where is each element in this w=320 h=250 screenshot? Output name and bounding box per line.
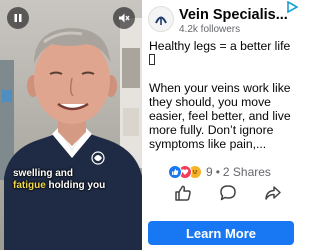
share-icon[interactable]	[264, 184, 282, 202]
comment-icon[interactable]	[219, 184, 237, 202]
page-name[interactable]: Vein Specialis...	[179, 7, 291, 23]
ad-video[interactable]: swelling and fatigue holding you	[0, 0, 142, 250]
post-headline: Healthy legs = a better life	[149, 39, 291, 53]
missing-glyph-icon	[149, 54, 155, 65]
action-bar	[166, 184, 296, 202]
page-header[interactable]: Vein Specialis... 4.2k followers	[148, 5, 298, 35]
muted-speaker-icon[interactable]	[113, 7, 135, 29]
post-line-1: Healthy legs = a better life	[149, 39, 299, 67]
ad-content-panel: Vein Specialis... 4.2k followers Healthy…	[146, 0, 300, 250]
caption-line-2: fatigue holding you	[13, 180, 133, 192]
vein-logo-icon[interactable]	[148, 6, 174, 32]
post-body: Healthy legs = a better life When your v…	[149, 39, 299, 151]
reaction-count[interactable]: 9	[206, 165, 213, 179]
thumbs-up-icon[interactable]	[174, 184, 192, 202]
separator-dot: •	[215, 165, 220, 179]
facebook-ad-unit[interactable]: swelling and fatigue holding you Vein Sp…	[0, 0, 300, 250]
caption-highlight: fatigue	[13, 180, 46, 191]
page-followers: 4.2k followers	[179, 24, 241, 35]
shares-count[interactable]: 2 Shares	[223, 165, 271, 179]
like-icon	[168, 165, 182, 179]
video-caption: swelling and fatigue holding you	[13, 168, 133, 192]
pause-icon[interactable]	[7, 7, 29, 29]
reactions-summary[interactable]: 9 • 2 Shares	[168, 164, 271, 180]
learn-more-button[interactable]: Learn More	[148, 221, 294, 245]
caption-line-1: swelling and	[13, 168, 74, 179]
caption-line-2-rest: holding you	[45, 180, 106, 191]
presenter-figure	[4, 28, 142, 250]
post-line-2: When your veins work like they should, y…	[149, 81, 291, 151]
